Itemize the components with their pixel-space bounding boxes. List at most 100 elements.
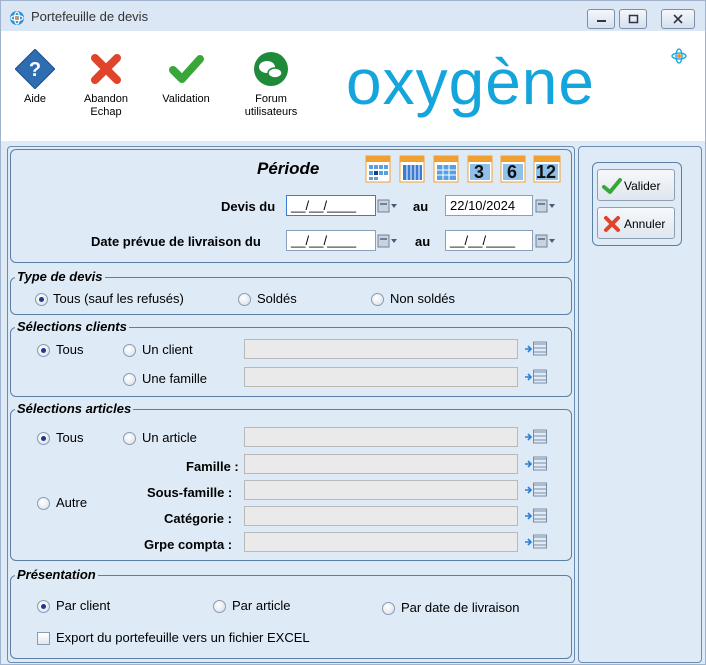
validation-button[interactable]: Validation [151,49,221,106]
tous-sauf-refuses-label: Tous (sauf les refusés) [53,291,184,306]
export-excel-checkbox[interactable] [37,632,50,645]
quick-3-months-button[interactable]: 3 [467,155,493,183]
radio-un-client[interactable] [123,344,136,357]
presentation-title: Présentation [15,567,98,582]
quick-3-label: 3 [474,162,485,182]
radio-soldes[interactable] [238,293,251,306]
presentation-panel: Présentation [10,567,572,659]
radio-par-article[interactable] [213,600,226,613]
forum-sub-label: utilisateurs [244,106,298,118]
forum-icon [254,52,288,86]
articles-title: Sélections articles [15,401,134,416]
periode-title: Période [257,159,320,178]
devis-au-input[interactable]: 22/10/2024 [445,195,533,216]
type-devis-title: Type de devis [15,269,105,284]
un-article-label: Un article [142,430,197,445]
quick-12-label: 12 [536,162,557,182]
livraison-au-input[interactable]: __/__/____ [445,230,533,251]
clients-title: Sélections clients [15,319,129,334]
radio-une-famille[interactable] [123,373,136,386]
calendar-week-icon[interactable] [399,155,425,183]
valider-button[interactable]: Valider [597,169,675,201]
quick-6-months-button[interactable]: 6 [500,155,526,183]
radio-tous-sauf-refuses[interactable] [35,293,48,306]
minimize-button[interactable] [587,9,615,29]
list-select-icon[interactable] [524,456,548,472]
par-article-label: Par article [232,598,291,613]
svg-text:?: ? [29,59,41,81]
radio-un-article[interactable] [123,432,136,445]
aide-button[interactable]: ? Aide [0,48,70,106]
valider-label: Valider [624,179,661,193]
close-icon [673,14,683,24]
famille-field[interactable] [244,454,518,474]
list-select-icon[interactable] [524,369,548,385]
un-client-label: Un client [142,342,193,357]
checkmark-icon [169,55,204,83]
close-button[interactable] [661,9,695,29]
list-select-icon[interactable] [524,429,548,445]
abandon-sub-label: Echap [90,106,122,118]
abandon-label: Abandon [83,93,129,105]
famille-client-field[interactable] [244,367,518,387]
sous-famille-field[interactable] [244,480,518,500]
devis-du-label: Devis du [221,199,276,214]
annuler-label: Annuler [624,217,666,231]
livraison-du-label: Date prévue de livraison du [91,234,261,249]
articles-tous-label: Tous [56,430,84,445]
maximize-button[interactable] [619,9,647,29]
date-picker-icon[interactable] [535,233,557,249]
list-select-icon[interactable] [524,341,548,357]
grpe-compta-field[interactable] [244,532,518,552]
autre-label: Autre [56,495,88,510]
radio-clients-tous[interactable] [37,344,50,357]
quick-6-label: 6 [507,162,518,182]
annuler-button[interactable]: Annuler [597,207,675,239]
grpe-compta-label: Grpe compta : [144,537,233,552]
devis-du-input[interactable]: __/__/____ [286,195,376,216]
par-client-label: Par client [56,598,111,613]
livraison-au-label: au [415,234,431,249]
radio-non-soldes[interactable] [371,293,384,306]
aide-label: Aide [23,93,47,105]
radio-articles-tous[interactable] [37,432,50,445]
client-field[interactable] [244,339,518,359]
livraison-du-input[interactable]: __/__/____ [286,230,376,251]
radio-autre[interactable] [37,497,50,510]
date-picker-icon[interactable] [377,198,399,214]
window-title: Portefeuille de devis [31,9,149,24]
radio-par-date-livraison[interactable] [382,602,395,615]
list-select-icon[interactable] [524,482,548,498]
calendar-month-icon[interactable] [433,155,459,183]
categorie-label: Catégorie : [164,511,232,526]
forum-label: Forum [255,93,287,105]
clients-tous-label: Tous [56,342,84,357]
list-select-icon[interactable] [524,508,548,524]
date-picker-icon[interactable] [377,233,399,249]
help-icon: ? [14,48,56,90]
app-icon [10,11,24,25]
maximize-icon [628,14,639,24]
calendar-day-icon[interactable] [365,155,391,183]
quick-12-months-button[interactable]: 12 [533,155,561,183]
export-excel-label: Export du portefeuille vers un fichier E… [56,630,310,645]
soldes-label: Soldés [257,291,297,306]
list-select-icon[interactable] [524,534,548,550]
radio-par-client[interactable] [37,600,50,613]
devis-au-label: au [413,199,429,214]
abandon-button[interactable]: Abandon Echap [71,49,141,119]
checkmark-icon [602,178,622,194]
sous-famille-label: Sous-famille : [147,485,233,500]
non-soldes-label: Non soldés [390,291,456,306]
forum-button[interactable]: Forum utilisateurs [236,49,306,119]
famille-label: Famille : [186,459,239,474]
categorie-field[interactable] [244,506,518,526]
article-field[interactable] [244,427,518,447]
date-picker-icon[interactable] [535,198,557,214]
cancel-icon [604,216,620,232]
title-bar: Portefeuille de devis [1,1,705,31]
toolbar: ? Aide Abandon Echap Validation Forum ut… [1,31,705,141]
validation-label: Validation [162,93,210,105]
atom-icon [671,48,687,64]
une-famille-label: Une famille [142,371,208,386]
